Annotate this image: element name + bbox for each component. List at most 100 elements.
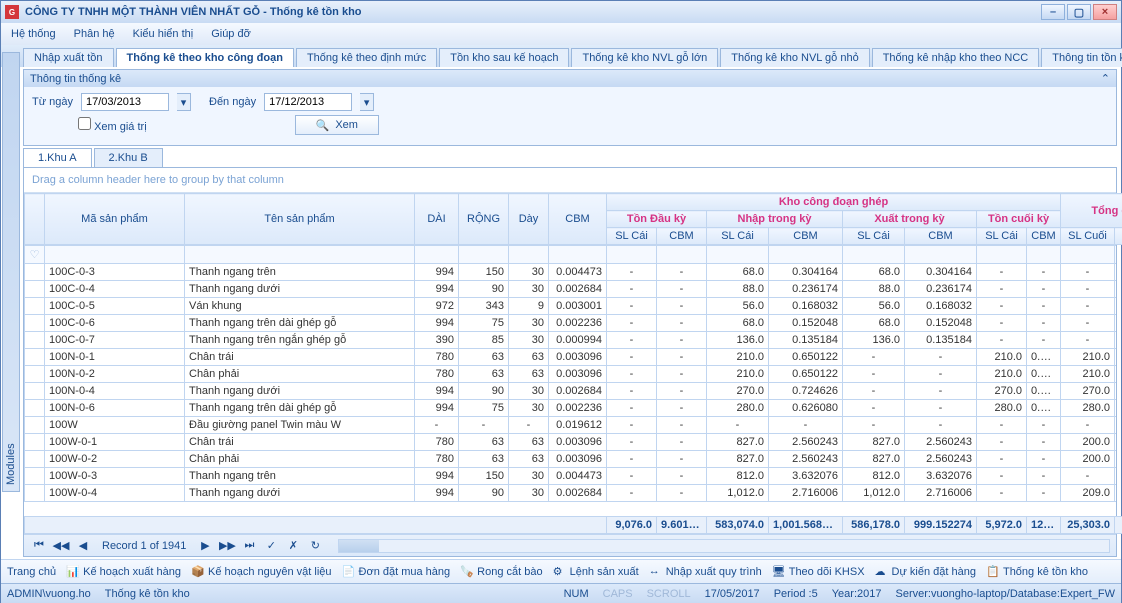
sub-tab-strip: 1.Khu A 2.Khu B [23,148,1117,167]
bottom-forecast-order[interactable]: ☁Dự kiến đặt hàng [875,565,976,579]
table-row[interactable]: 100C-0-7Thanh ngang trên ngắn ghép gỗ390… [25,332,1117,349]
group-hint[interactable]: Drag a column header here to group by th… [24,168,1116,193]
tab-nvl-large[interactable]: Thống kê kho NVL gỗ lớn [571,48,718,67]
bottom-purchase-order[interactable]: 📄Đơn đặt mua hàng [342,565,451,579]
table-row[interactable]: 100N-0-1Chân trái78063630.003096--210.00… [25,349,1117,366]
from-date-dropdown-icon[interactable]: ▾ [177,93,191,111]
col-cbm[interactable]: CBM [549,194,607,245]
status-scroll: SCROLL [647,588,691,600]
list-icon: 📋 [986,565,1000,579]
tab-stage-warehouse[interactable]: Thống kê theo kho công đoạn [116,48,294,67]
table-row[interactable]: 100W-0-3Thanh ngang trên994150300.004473… [25,468,1117,485]
nav-accept-icon[interactable]: ✓ [262,538,280,554]
col-product-code[interactable]: Mã sản phẩm [45,194,185,245]
table-row[interactable]: 100WĐầu giường panel Twin màu W---0.0196… [25,417,1117,434]
col-width[interactable]: RỘNG [459,194,509,245]
bottom-export-plan[interactable]: 📊Kế hoạch xuất hàng [66,565,181,579]
status-date: 17/05/2017 [705,588,760,600]
view-value-checkbox[interactable] [78,117,91,130]
table-row[interactable]: 100W-0-1Chân trái78063630.003096--827.02… [25,434,1117,451]
subtab-khu-a[interactable]: 1.Khu A [23,148,92,167]
to-date-label: Đến ngày [209,96,256,108]
status-bar: ADMIN\vuong.ho Thống kê tồn kho NUM CAPS… [1,583,1121,603]
menu-module[interactable]: Phân hệ [74,28,115,40]
bottom-toolbar: Trang chủ 📊Kế hoạch xuất hàng 📦Kế hoạch … [1,559,1121,583]
collapse-icon[interactable]: ⌃ [1101,72,1110,85]
bottom-stock-stats[interactable]: 📋Thống kê tồn kho [986,565,1088,579]
col-group-total[interactable]: Tổng cộng [1061,194,1122,228]
col-length[interactable]: DÀI [415,194,459,245]
menu-system[interactable]: Hệ thống [11,28,56,40]
close-button[interactable]: × [1093,4,1117,20]
subtab-khu-b[interactable]: 2.Khu B [94,148,163,167]
status-user: ADMIN\vuong.ho [7,588,91,600]
box-icon: 📦 [191,565,205,579]
table-row[interactable]: 100N-0-6Thanh ngang trên dài ghép gỗ9947… [25,400,1117,417]
from-date-label: Từ ngày [32,96,73,108]
menu-display[interactable]: Kiểu hiển thị [133,28,194,40]
panel-title: Thông tin thống kê [30,73,121,85]
menu-bar: Hệ thống Phân hệ Kiểu hiển thị Giúp đỡ [1,23,1121,45]
to-date-dropdown-icon[interactable]: ▾ [360,93,374,111]
bottom-material-plan[interactable]: 📦Kế hoạch nguyên vật liệu [191,565,332,579]
horizontal-scrollbar[interactable] [338,539,1110,553]
nav-record-text: Record 1 of 1941 [96,540,192,552]
table-row[interactable]: 100N-0-4Thanh ngang dưới99490300.002684-… [25,383,1117,400]
tab-stock-info[interactable]: Thông tin tồn kho [1041,48,1122,67]
restore-button[interactable]: ▢ [1067,4,1091,20]
tab-norm[interactable]: Thống kê theo định mức [296,48,437,67]
table-row[interactable]: 100W-0-4Thanh ngang dưới99490300.002684-… [25,485,1117,502]
col-thick[interactable]: Dày [509,194,549,245]
bottom-track-khsx[interactable]: 🖥Theo dõi KHSX [772,565,865,579]
monitor-icon: 🖥 [772,565,786,579]
filter-row[interactable]: ♡ [25,246,1117,264]
tab-after-plan[interactable]: Tồn kho sau kế hoạch [439,48,569,67]
nav-next[interactable]: ▶ [196,538,214,554]
app-logo-icon: G [5,5,19,19]
table-row[interactable]: 100C-0-3Thanh ngang trên994150300.004473… [25,264,1117,281]
table-row[interactable]: 100C-0-4Thanh ngang dưới99490300.002684-… [25,281,1117,298]
minimize-button[interactable]: – [1041,4,1065,20]
title-bar: G CÔNG TY TNHH MỘT THÀNH VIÊN NHẤT GỖ - … [1,1,1121,23]
menu-help[interactable]: Giúp đỡ [211,28,251,40]
weather-icon: ☁ [875,565,889,579]
col-product-name[interactable]: Tên sản phẩm [185,194,415,245]
total-row: 9,076.09.601438 583,074.01,001.568130 58… [25,517,1122,534]
nav-refresh-icon[interactable]: ↻ [306,538,324,554]
filter-panel: Thông tin thống kê ⌃ Từ ngày ▾ Đến ngày … [23,69,1117,146]
status-page: Thống kê tồn kho [105,588,190,600]
bottom-cutting[interactable]: 🪚Rong cắt bào [460,565,542,579]
grid-navigator: ⏮ ◀◀ ◀ Record 1 of 1941 ▶ ▶▶ ⏭ ✓ ✗ ↻ [24,534,1116,556]
modules-sidebar[interactable]: Modules [2,52,20,492]
nav-prev[interactable]: ◀ [74,538,92,554]
view-button[interactable]: 🔍Xem [295,115,379,135]
tab-ncc[interactable]: Thống kê nhập kho theo NCC [872,48,1040,67]
grid-body: ♡ 100C-0-3Thanh ngang trên994150300.0044… [24,245,1116,502]
nav-cancel-icon[interactable]: ✗ [284,538,302,554]
chart-icon: 📊 [66,565,80,579]
table-row[interactable]: 100N-0-2Chân phải78063630.003096--210.00… [25,366,1117,383]
nav-last[interactable]: ⏭ [240,538,258,554]
tab-import-export[interactable]: Nhập xuất tồn [23,48,114,67]
col-group-stage[interactable]: Kho công đoạn ghép [607,194,1061,211]
table-row[interactable]: 100C-0-6Thanh ngang trên dài ghép gỗ9947… [25,315,1117,332]
bottom-process-io[interactable]: ↔Nhập xuất quy trình [649,565,762,579]
nav-next-page[interactable]: ▶▶ [218,538,236,554]
bottom-production-order[interactable]: ⚙Lệnh sản xuất [553,565,639,579]
status-period: Period :5 [774,588,818,600]
status-caps: CAPS [603,588,633,600]
saw-icon: 🪚 [460,565,474,579]
tab-nvl-small[interactable]: Thống kê kho NVL gỗ nhỏ [720,48,869,67]
filter-icon: ♡ [25,246,45,264]
status-server: Server:vuongho-laptop/Database:Expert_FW [895,588,1115,600]
nav-first[interactable]: ⏮ [30,538,48,554]
table-row[interactable]: 100W-0-2Chân phải78063630.003096--827.02… [25,451,1117,468]
table-row[interactable]: 100C-0-5Ván khung97234390.003001--56.00.… [25,298,1117,315]
from-date-input[interactable] [81,93,169,111]
nav-prev-page[interactable]: ◀◀ [52,538,70,554]
doc-icon: 📄 [342,565,356,579]
to-date-input[interactable] [264,93,352,111]
grid-totals: 9,076.09.601438 583,074.01,001.568130 58… [24,516,1122,534]
bottom-home[interactable]: Trang chủ [7,566,56,578]
gear-icon: ⚙ [553,565,567,579]
